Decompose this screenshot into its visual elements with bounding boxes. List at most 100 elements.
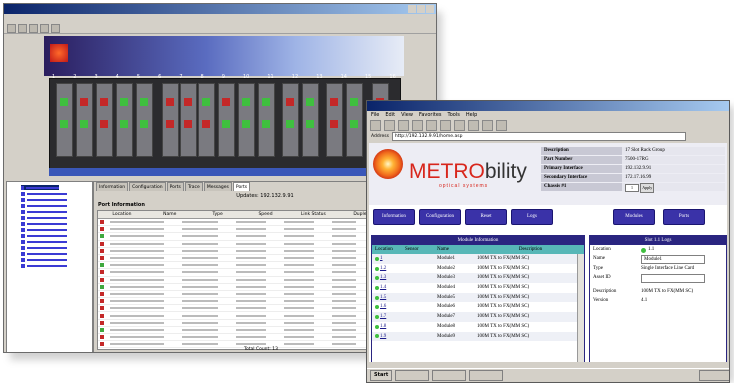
tree-node[interactable] bbox=[21, 215, 92, 220]
home-icon[interactable] bbox=[426, 119, 437, 131]
module-location[interactable]: 1.3 bbox=[372, 273, 405, 283]
taskbar-app-button[interactable] bbox=[432, 370, 467, 381]
module-row[interactable]: 1.2 Module2 100M TX to FX(MM SC) bbox=[372, 264, 584, 274]
module-scrollbar[interactable] bbox=[577, 254, 584, 366]
column-header[interactable]: Location bbox=[372, 245, 405, 254]
module-location-link[interactable]: 1.2 bbox=[380, 264, 386, 274]
tree-node[interactable] bbox=[21, 209, 92, 214]
favorites-icon[interactable] bbox=[454, 119, 465, 131]
address-input[interactable]: http://192.132.9.91/home.asp bbox=[391, 131, 686, 141]
line-card[interactable] bbox=[56, 83, 73, 157]
module-location-link[interactable]: 1.5 bbox=[380, 293, 386, 303]
reset-button[interactable]: Reset bbox=[465, 209, 507, 225]
print-icon[interactable] bbox=[40, 23, 49, 33]
line-card[interactable] bbox=[302, 83, 319, 157]
line-card[interactable] bbox=[238, 83, 255, 157]
module-location[interactable]: 1.4 bbox=[372, 283, 405, 293]
line-card[interactable] bbox=[258, 83, 275, 157]
taskbar-app-button[interactable] bbox=[395, 370, 430, 381]
mail-icon[interactable] bbox=[482, 119, 493, 131]
module-location-link[interactable]: 1.7 bbox=[380, 312, 386, 322]
asset-id-input[interactable] bbox=[641, 274, 705, 283]
module-location[interactable]: 1.7 bbox=[372, 312, 405, 322]
module-row[interactable]: 1.4 Module4 100M TX to FX(MM SC) bbox=[372, 283, 584, 293]
minimize-icon[interactable] bbox=[408, 5, 416, 13]
module-location-link[interactable]: 1.6 bbox=[380, 302, 386, 312]
search-icon[interactable] bbox=[440, 119, 451, 131]
tree-node[interactable] bbox=[21, 251, 92, 256]
browser-titlebar[interactable] bbox=[367, 101, 729, 111]
module-location-link[interactable]: 1 bbox=[380, 254, 383, 264]
column-header[interactable]: Name bbox=[437, 245, 477, 254]
open-icon[interactable] bbox=[7, 23, 16, 33]
tree-node[interactable] bbox=[21, 227, 92, 232]
refresh-icon[interactable] bbox=[412, 119, 423, 131]
line-card[interactable] bbox=[198, 83, 215, 157]
tab-ports[interactable]: Ports bbox=[166, 182, 184, 191]
tab-configuration[interactable]: Configuration bbox=[129, 182, 166, 191]
tree-node[interactable] bbox=[21, 239, 92, 244]
print-icon[interactable] bbox=[496, 119, 507, 131]
logs-button[interactable]: Logs bbox=[511, 209, 553, 225]
menu-file[interactable]: File bbox=[371, 111, 379, 119]
menu-tools[interactable]: Tools bbox=[448, 111, 460, 119]
module-location[interactable]: 1.5 bbox=[372, 293, 405, 303]
save-icon[interactable] bbox=[18, 23, 27, 33]
module-row[interactable]: 1.8 Module8 100M TX to FX(MM SC) bbox=[372, 322, 584, 332]
module-location[interactable]: 1 bbox=[372, 254, 405, 264]
module-location-link[interactable]: 1.4 bbox=[380, 283, 386, 293]
module-row[interactable]: 1.7 Module7 100M TX to FX(MM SC) bbox=[372, 312, 584, 322]
stop-icon[interactable] bbox=[398, 119, 409, 131]
information-button[interactable]: Information bbox=[373, 209, 415, 225]
tree-node[interactable] bbox=[21, 221, 92, 226]
line-card[interactable] bbox=[282, 83, 299, 157]
module-location-link[interactable]: 1.3 bbox=[380, 273, 386, 283]
tree-node[interactable] bbox=[21, 197, 92, 202]
menu-view[interactable]: View bbox=[401, 111, 413, 119]
module-location-link[interactable]: 1.9 bbox=[380, 332, 386, 342]
apply-button[interactable]: Apply bbox=[640, 183, 655, 193]
menu-edit[interactable]: Edit bbox=[385, 111, 395, 119]
menu-help[interactable]: Help bbox=[466, 111, 477, 119]
tree-node[interactable] bbox=[21, 185, 59, 190]
module-row[interactable]: 1.5 Module5 100M TX to FX(MM SC) bbox=[372, 292, 584, 303]
column-header[interactable]: Link Status bbox=[289, 211, 337, 218]
line-card[interactable] bbox=[136, 83, 153, 157]
chassis-select[interactable]: 1 bbox=[625, 184, 639, 192]
module-location[interactable]: 1.9 bbox=[372, 332, 405, 342]
column-header[interactable]: Description bbox=[477, 245, 584, 254]
back-window-titlebar[interactable] bbox=[4, 4, 436, 14]
column-header[interactable]: Name bbox=[146, 211, 194, 218]
line-card[interactable] bbox=[162, 83, 179, 157]
line-card[interactable] bbox=[96, 83, 113, 157]
modules-button[interactable]: Modules bbox=[613, 209, 655, 225]
module-location[interactable]: 1.6 bbox=[372, 302, 405, 312]
slot-name-input[interactable]: Module1 bbox=[641, 255, 705, 264]
tree-node[interactable] bbox=[21, 233, 92, 238]
maximize-icon[interactable] bbox=[417, 5, 425, 13]
line-card[interactable] bbox=[76, 83, 93, 157]
line-card[interactable] bbox=[218, 83, 235, 157]
ports-button[interactable]: Ports bbox=[663, 209, 705, 225]
module-row[interactable]: 1.6 Module6 100M TX to FX(MM SC) bbox=[372, 302, 584, 312]
module-location[interactable]: 1.2 bbox=[372, 264, 405, 274]
tree-node[interactable] bbox=[21, 257, 92, 262]
tree-node[interactable] bbox=[21, 263, 92, 268]
tab-information[interactable]: Information bbox=[96, 182, 129, 191]
module-row[interactable]: 1.3 Module3 100M TX to FX(MM SC) bbox=[372, 273, 584, 284]
refresh-icon[interactable] bbox=[29, 23, 38, 33]
taskbar-app-button[interactable] bbox=[469, 370, 504, 381]
forward-icon[interactable] bbox=[384, 119, 395, 131]
column-header[interactable]: Sensor bbox=[405, 245, 437, 254]
column-header[interactable]: Speed bbox=[242, 211, 290, 218]
line-card[interactable] bbox=[180, 83, 197, 157]
tree-node[interactable] bbox=[21, 245, 92, 250]
line-card[interactable] bbox=[116, 83, 133, 157]
line-card[interactable] bbox=[326, 83, 343, 157]
tree-node[interactable] bbox=[21, 203, 92, 208]
line-card[interactable] bbox=[346, 83, 363, 157]
tree-node[interactable] bbox=[21, 191, 92, 196]
close-icon[interactable] bbox=[426, 5, 434, 13]
back-icon[interactable] bbox=[370, 119, 381, 131]
menu-favorites[interactable]: Favorites bbox=[419, 111, 442, 119]
